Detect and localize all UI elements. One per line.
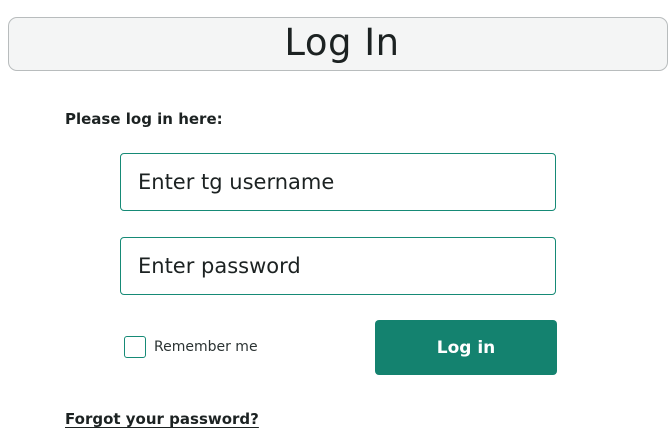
login-page: Log In Please log in here: Remember me L… [0, 0, 669, 444]
username-input[interactable] [120, 153, 556, 211]
login-prompt: Please log in here: [65, 110, 223, 128]
login-button[interactable]: Log in [375, 320, 557, 375]
remember-me-checkbox[interactable] [124, 336, 146, 358]
header-bar: Log In [8, 17, 668, 71]
password-input[interactable] [120, 237, 556, 295]
remember-me-toggle[interactable]: Remember me [124, 336, 258, 358]
forgot-password-link[interactable]: Forgot your password? [65, 410, 259, 428]
remember-me-label: Remember me [154, 339, 258, 355]
page-title: Log In [284, 20, 400, 64]
